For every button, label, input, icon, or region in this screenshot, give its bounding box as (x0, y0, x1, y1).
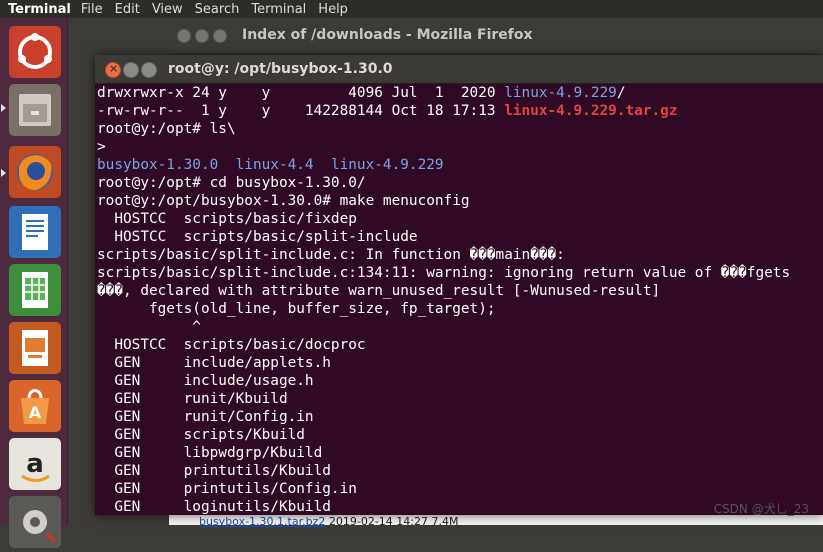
terminal-text: GEN printutils/Config.in (97, 481, 357, 497)
terminal-line: GEN runit/Kbuild (95, 390, 823, 408)
terminal-text: HOSTCC scripts/basic/fixdep (97, 211, 357, 227)
maximize-icon[interactable] (213, 29, 227, 43)
minimize-icon[interactable] (123, 62, 139, 78)
menu-help[interactable]: Help (312, 2, 354, 17)
terminal-text: > (97, 139, 106, 155)
terminal-line: ^ (95, 318, 823, 336)
terminal-line: GEN printutils/Config.in (95, 480, 823, 498)
terminal-text: HOSTCC scripts/basic/split-include (97, 229, 418, 245)
watermark: CSDN @犬乚_23 (713, 502, 809, 516)
running-indicator (1, 104, 6, 112)
terminal-line: scripts/basic/split-include.c: In functi… (95, 246, 823, 264)
amazon-icon[interactable]: a (9, 438, 61, 490)
system-settings-icon[interactable] (9, 496, 61, 548)
terminal-text: busybox-1.30.0 (97, 157, 219, 173)
terminal-text: scripts/basic/split-include.c: In functi… (97, 247, 565, 263)
firefox-icon[interactable] (9, 146, 61, 198)
terminal-line: busybox-1.30.0 linux-4.4 linux-4.9.229 (95, 156, 823, 174)
terminal-text: drwxrwxr-x 24 y y 4096 Jul 1 2020 (97, 85, 505, 101)
terminal-text: root@y:/opt/busybox-1.30.0# make menucon… (97, 193, 470, 209)
terminal-text: -rw-rw-r-- 1 y y 142288144 Oct 18 17:13 (97, 103, 505, 119)
terminal-line: HOSTCC scripts/basic/split-include (95, 228, 823, 246)
terminal-line: > (95, 138, 823, 156)
firefox-window-title: Index of /downloads - Mozilla Firefox (242, 27, 533, 43)
terminal-line: HOSTCC scripts/basic/docproc (95, 336, 823, 354)
terminal-line: scripts/basic/split-include.c:134:11: wa… (95, 264, 823, 282)
close-icon[interactable] (177, 29, 191, 43)
terminal-text: GEN include/applets.h (97, 355, 331, 371)
terminal-text: linux-4.9.229 (504, 85, 617, 101)
download-link[interactable]: busybox-1.30.1.tar.bz2 (199, 515, 325, 528)
terminal-line: root@y:/opt# cd busybox-1.30.0/ (95, 174, 823, 192)
impress-icon[interactable] (9, 322, 61, 374)
terminal-text: GEN runit/Config.in (97, 409, 314, 425)
terminal-line: GEN libpwdgrp/Kbuild (95, 444, 823, 462)
terminal-line: GEN scripts/Kbuild (95, 426, 823, 444)
top-panel: Terminal File Edit View Search Terminal … (0, 0, 823, 18)
terminal-line: root@y:/opt# ls\ (95, 120, 823, 138)
terminal-text: ���, declared with attribute warn_unused… (97, 283, 661, 299)
menu-search[interactable]: Search (189, 2, 246, 17)
menu-terminal[interactable]: Terminal (245, 2, 312, 17)
terminal-line: drwxrwxr-x 24 y y 4096 Jul 1 2020 linux-… (95, 84, 823, 102)
terminal-line: GEN printutils/Kbuild (95, 462, 823, 480)
terminal-text: root@y:/opt# ls\ (97, 121, 236, 137)
terminal-text: scripts/basic/split-include.c:134:11: wa… (97, 265, 791, 281)
terminal-text: linux-4.4 (235, 157, 314, 173)
terminal-line: GEN runit/Config.in (95, 408, 823, 426)
terminal-output[interactable]: drwxrwxr-x 24 y y 4096 Jul 1 2020 linux-… (95, 84, 823, 515)
menu-file[interactable]: File (75, 2, 109, 17)
terminal-text: GEN printutils/Kbuild (97, 463, 331, 479)
terminal-window-title: root@y: /opt/busybox-1.30.0 (168, 61, 393, 77)
ubuntu-dash-icon[interactable] (9, 26, 61, 78)
terminal-text: GEN loginutils/Kbuild (97, 499, 331, 515)
writer-icon[interactable] (9, 206, 61, 258)
terminal-window[interactable]: × root@y: /opt/busybox-1.30.0 drwxrwxr-x… (95, 55, 823, 515)
terminal-line: ���, declared with attribute warn_unused… (95, 282, 823, 300)
terminal-line: HOSTCC scripts/basic/fixdep (95, 210, 823, 228)
terminal-line: -rw-rw-r-- 1 y y 142288144 Oct 18 17:13 … (95, 102, 823, 120)
terminal-text: linux-4.9.229 (330, 157, 444, 173)
terminal-text: fgets(old_line, buffer_size, fp_target); (97, 301, 496, 317)
terminal-text: linux-4.9.229.tar.gz (504, 103, 678, 119)
software-center-icon[interactable]: A (9, 380, 61, 432)
terminal-text: root@y:/opt# cd busybox-1.30.0/ (97, 175, 366, 191)
svg-text:a: a (26, 449, 44, 479)
download-meta: 2019-02-14 14:27 7.4M (328, 515, 459, 528)
menu-edit[interactable]: Edit (109, 2, 146, 17)
terminal-line: root@y:/opt/busybox-1.30.0# make menucon… (95, 192, 823, 210)
terminal-text: GEN scripts/Kbuild (97, 427, 305, 443)
terminal-text: HOSTCC scripts/basic/docproc (97, 337, 366, 353)
files-icon[interactable] (9, 84, 61, 136)
launcher: A a (0, 18, 68, 548)
terminal-titlebar: × root@y: /opt/busybox-1.30.0 (95, 55, 823, 84)
terminal-text: GEN runit/Kbuild (97, 391, 288, 407)
running-indicator (1, 169, 6, 177)
terminal-line: GEN include/usage.h (95, 372, 823, 390)
terminal-text: GEN include/usage.h (97, 373, 314, 389)
svg-text:A: A (29, 403, 42, 422)
firefox-titlebar: Index of /downloads - Mozilla Firefox (169, 18, 823, 55)
calc-icon[interactable] (9, 264, 61, 316)
terminal-line: GEN include/applets.h (95, 354, 823, 372)
terminal-line: fgets(old_line, buffer_size, fp_target); (95, 300, 823, 318)
terminal-text: GEN libpwdgrp/Kbuild (97, 445, 323, 461)
minimize-icon[interactable] (195, 29, 209, 43)
download-list-row: busybox-1.30.1.tar.bz2 2019-02-14 14:27 … (199, 515, 458, 528)
app-name: Terminal (8, 1, 71, 17)
terminal-text: / (616, 85, 626, 101)
terminal-text: ^ (97, 319, 201, 335)
close-icon[interactable]: × (105, 62, 121, 78)
menu-view[interactable]: View (146, 2, 189, 17)
maximize-icon[interactable] (141, 62, 157, 78)
